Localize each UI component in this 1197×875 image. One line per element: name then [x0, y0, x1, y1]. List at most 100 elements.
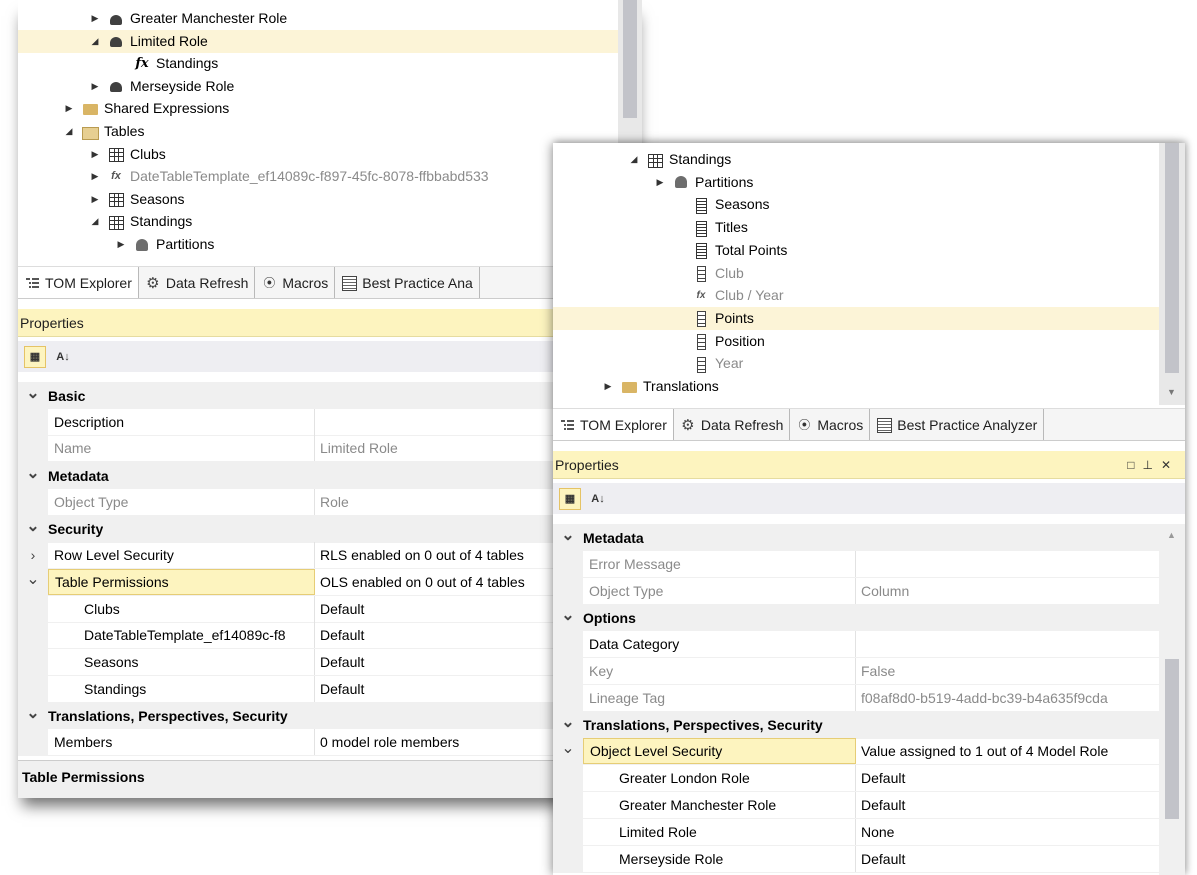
sort-alphabetical-icon[interactable]: A↓ — [587, 488, 609, 510]
property-category[interactable]: ⌄ Metadata — [18, 462, 642, 490]
tab-macros[interactable]: Macros — [255, 267, 336, 298]
tree-node[interactable]: Total Points — [553, 239, 1159, 262]
tree-node[interactable]: ▶ Translations — [553, 375, 1159, 398]
tab-data-refresh[interactable]: Data Refresh — [674, 409, 791, 440]
property-row[interactable]: Name Limited Role — [18, 435, 642, 463]
property-row[interactable]: Standings Default — [18, 675, 642, 703]
expand-arrow-icon[interactable]: ▶ — [114, 233, 128, 256]
property-value[interactable]: Default — [856, 792, 1159, 818]
property-row[interactable]: Key False — [553, 658, 1159, 685]
tab-tom-explorer[interactable]: TOM Explorer — [553, 409, 674, 440]
chevron-down-icon[interactable]: ⌄ — [18, 462, 48, 490]
property-grid[interactable]: ⌄ Metadata Error Message Object Type Column ⌄… — [553, 524, 1159, 875]
tree-node[interactable]: Club — [553, 262, 1159, 285]
property-value[interactable]: Default — [856, 846, 1159, 872]
tree-node[interactable]: fx Standings — [18, 52, 618, 75]
property-category[interactable]: ⌄ Options — [553, 604, 1159, 632]
expand-arrow-icon[interactable]: ▶ — [62, 97, 76, 120]
chevron-down-icon[interactable]: ⌄ — [553, 604, 583, 632]
collapse-arrow-icon[interactable]: ◢ — [88, 30, 102, 53]
property-row[interactable]: Greater London Role Default — [553, 765, 1159, 793]
tree-node[interactable]: ▶ Shared Expressions — [18, 97, 618, 120]
tree-scrollbar-thumb[interactable] — [623, 0, 637, 118]
property-row[interactable]: Seasons Default — [18, 649, 642, 676]
property-row[interactable]: ⌄ Table Permissions OLS enabled on 0 out o… — [18, 568, 642, 596]
tab-tom-explorer[interactable]: TOM Explorer — [18, 267, 139, 298]
maximize-icon[interactable]: □ — [1127, 458, 1142, 472]
tree-node[interactable]: ▶ Merseyside Role — [18, 75, 618, 98]
tom-explorer-tree[interactable]: ◢ Standings ▶ Partitions Seasons Titles Total … — [553, 143, 1159, 398]
tree-node[interactable]: ▶ Partitions — [18, 233, 618, 256]
tom-explorer-tree[interactable]: ▶ Greater Manchester Role ◢ Limited Role fx S… — [18, 0, 618, 262]
property-grid[interactable]: ⌄ Basic Description Name Limited Role ⌄ Metada… — [18, 382, 642, 760]
property-row[interactable]: Members 0 model role members — [18, 729, 642, 757]
tab-data-refresh[interactable]: Data Refresh — [139, 267, 256, 298]
expand-arrow-icon[interactable]: ▶ — [653, 171, 667, 194]
expand-arrow-icon[interactable]: ▶ — [88, 143, 102, 166]
tree-node[interactable]: ▶ DateTableTemplate_ef14089c-f897-45fc-80… — [18, 165, 618, 188]
property-category[interactable]: ⌄ Metadata — [553, 524, 1159, 551]
property-row[interactable]: Clubs Default — [18, 595, 642, 623]
expand-arrow-icon[interactable]: ▶ — [88, 188, 102, 211]
chevron-right-icon[interactable]: › — [18, 542, 48, 569]
tree-scrollbar-thumb[interactable] — [1165, 143, 1179, 373]
tree-node[interactable]: Position — [553, 330, 1159, 353]
tab-macros[interactable]: Macros — [790, 409, 871, 440]
tree-node[interactable]: Seasons — [553, 193, 1159, 216]
chevron-down-icon[interactable]: ⌄ — [553, 524, 583, 551]
pin-icon[interactable]: ⊥ — [1142, 458, 1160, 472]
chevron-down-icon[interactable]: ⌄ — [18, 702, 48, 730]
tree-node[interactable]: ▶ Seasons — [18, 188, 618, 211]
property-category[interactable]: ⌄ Translations, Perspectives, Security — [553, 711, 1159, 739]
tree-node[interactable]: Year — [553, 352, 1159, 375]
property-value[interactable]: Value assigned to 1 out of 4 Model Role — [856, 738, 1159, 764]
tree-scrollbar[interactable]: ▼ — [1159, 143, 1185, 405]
sort-alphabetical-icon[interactable]: A↓ — [52, 346, 74, 368]
property-row[interactable]: ⌄ Object Level Security Value assigned to … — [553, 738, 1159, 766]
chevron-down-icon[interactable]: ⌄ — [18, 568, 48, 595]
property-row[interactable]: Limited Role None — [553, 818, 1159, 846]
tree-node[interactable]: ▶ Greater Manchester Role — [18, 7, 618, 30]
property-value[interactable] — [856, 631, 1159, 657]
property-value[interactable]: Default — [856, 765, 1159, 791]
property-row[interactable]: Merseyside Role Default — [553, 845, 1159, 873]
property-row[interactable]: DateTableTemplate_ef14089c-f8 Default — [18, 622, 642, 650]
tree-node[interactable]: Club / Year — [553, 284, 1159, 307]
tab-best-practice[interactable]: Best Practice Ana — [335, 267, 480, 298]
chevron-down-icon[interactable]: ⌄ — [553, 711, 583, 739]
categorized-view-icon[interactable]: ▦ — [24, 345, 46, 368]
expand-arrow-icon[interactable]: ▶ — [88, 7, 102, 30]
property-row[interactable]: › Row Level Security RLS enabled on 0 out … — [18, 542, 642, 570]
chevron-down-icon[interactable]: ⌄ — [18, 515, 48, 543]
property-row[interactable]: Description — [18, 408, 642, 436]
tree-node[interactable]: ▶ Partitions — [553, 171, 1159, 194]
grid-scrollbar[interactable]: ▲ — [1159, 524, 1185, 875]
tree-node[interactable]: ◢ Limited Role — [18, 29, 618, 53]
scroll-down-icon[interactable]: ▼ — [1167, 387, 1176, 397]
property-value[interactable]: None — [856, 819, 1159, 845]
property-category[interactable]: ⌄ Basic — [18, 382, 642, 409]
expand-arrow-icon[interactable]: ▶ — [88, 75, 102, 98]
collapse-arrow-icon[interactable]: ◢ — [627, 148, 641, 171]
collapse-arrow-icon[interactable]: ◢ — [62, 120, 76, 143]
expand-arrow-icon[interactable]: ▶ — [88, 165, 102, 188]
property-category[interactable]: ⌄ Security — [18, 515, 642, 543]
property-row[interactable]: Lineage Tag f08af8d0-b519-4add-bc39-b4a63… — [553, 684, 1159, 712]
collapse-arrow-icon[interactable]: ◢ — [88, 210, 102, 233]
close-icon[interactable]: ✕ — [1161, 458, 1179, 472]
tree-node[interactable]: ◢ Tables — [18, 120, 618, 143]
tree-node[interactable]: ▶ Clubs — [18, 143, 618, 166]
expand-arrow-icon[interactable]: ▶ — [601, 375, 615, 398]
tree-node[interactable]: ◢ Standings — [18, 210, 618, 233]
tree-node[interactable]: Titles — [553, 216, 1159, 239]
property-category[interactable]: ⌄ Translations, Perspectives, Security — [18, 702, 642, 730]
categorized-view-icon[interactable]: ▦ — [559, 487, 581, 510]
scroll-up-icon[interactable]: ▲ — [1167, 530, 1176, 540]
property-row[interactable]: Greater Manchester Role Default — [553, 792, 1159, 819]
property-row[interactable]: Object Type Role — [18, 488, 642, 516]
property-row[interactable]: Object Type Column — [553, 577, 1159, 605]
tree-node[interactable]: Points — [553, 306, 1159, 330]
grid-scrollbar-thumb[interactable] — [1165, 659, 1179, 819]
chevron-down-icon[interactable]: ⌄ — [553, 738, 583, 765]
tree-node[interactable]: ◢ Standings — [553, 148, 1159, 171]
